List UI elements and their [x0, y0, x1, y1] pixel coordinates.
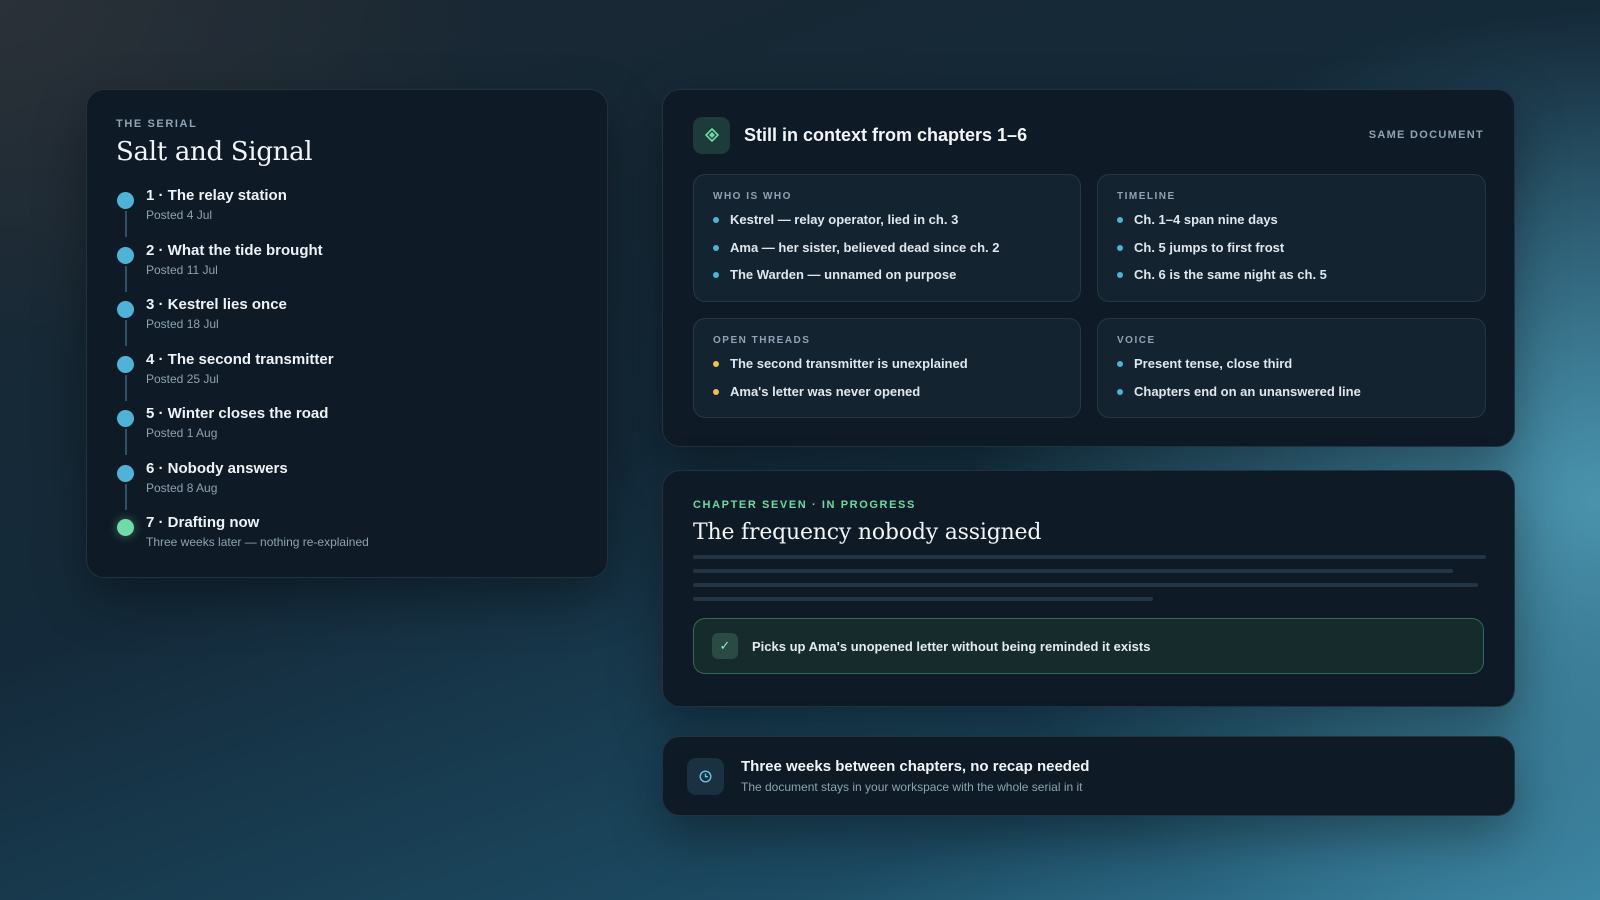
- panel-label: VOICE: [1117, 335, 1156, 346]
- skeleton-line: [693, 555, 1486, 559]
- chapter-seven-title: The frequency nobody assigned: [693, 520, 1042, 545]
- list-item: Ama — her sister, believed dead since ch…: [713, 240, 1061, 268]
- banner-subtitle: The document stays in your workspace wit…: [741, 780, 1083, 794]
- banner-title: Three weeks between chapters, no recap n…: [741, 758, 1090, 775]
- chapter-item-5[interactable]: 5 · Winter closes the road Posted 1 Aug: [116, 405, 579, 460]
- chapter-name: 2 · What the tide brought: [146, 241, 323, 259]
- panel-label: OPEN THREADS: [713, 335, 811, 346]
- chapter-item-2[interactable]: 2 · What the tide brought Posted 11 Jul: [116, 242, 579, 297]
- chapter-list: 1 · The relay station Posted 4 Jul 2 · W…: [116, 187, 579, 569]
- chapter-dot: [117, 301, 134, 318]
- list-item: Ama's letter was never opened: [713, 384, 1061, 412]
- voice-panel: VOICE Present tense, close third Chapter…: [1097, 318, 1486, 418]
- chapter-date: Posted 8 Aug: [146, 480, 218, 495]
- who-is-who-panel: WHO IS WHO Kestrel — relay operator, lie…: [693, 174, 1081, 302]
- chapter-date: Posted 18 Jul: [146, 317, 219, 331]
- same-document-badge: SAME DOCUMENT: [1368, 129, 1484, 141]
- clock-icon: [687, 757, 724, 795]
- chapter-dot: [117, 355, 134, 373]
- chapter-item-6[interactable]: 6 · Nobody answers Posted 8 Aug: [116, 460, 579, 515]
- timeline-panel: TIMELINE Ch. 1–4 span nine days Ch. 5 ju…: [1097, 174, 1486, 302]
- serial-card: THE SERIAL Salt and Signal 1 · The relay…: [86, 89, 608, 578]
- chapter-name: 5 · Winter closes the road: [146, 405, 329, 422]
- chapter-dot: [117, 192, 134, 209]
- chapter-name: 3 · Kestrel lies once: [146, 296, 287, 313]
- serial-eyebrow: THE SERIAL: [116, 118, 198, 130]
- skeleton-line: [693, 597, 1153, 601]
- chapter-date: Posted 25 Jul: [146, 371, 219, 386]
- chapter-dot: [117, 246, 134, 264]
- chapter-date: Posted 1 Aug: [146, 426, 218, 440]
- timeline-connector: [125, 320, 127, 346]
- chapter-name: 4 · The second transmitter: [146, 350, 334, 368]
- list-item: Ch. 6 is the same night as ch. 5: [1117, 267, 1466, 295]
- timeline-connector: [125, 265, 127, 292]
- chapter-item-7[interactable]: 7 · Drafting now Three weeks later — not…: [116, 514, 579, 569]
- context-card: Still in context from chapters 1–6 SAME …: [662, 89, 1515, 447]
- timeline-connector: [125, 211, 127, 237]
- check-icon: ✓: [712, 633, 738, 659]
- chapter-dot: [117, 410, 134, 427]
- chapter-date: Posted 11 Jul: [146, 262, 218, 277]
- list-item: Kestrel — relay operator, lied in ch. 3: [713, 212, 1061, 240]
- continuity-note: ✓ Picks up Ama's unopened letter without…: [693, 618, 1484, 674]
- context-grid: WHO IS WHO Kestrel — relay operator, lie…: [693, 174, 1486, 418]
- timeline-connector: [125, 483, 127, 510]
- list-item: Ch. 1–4 span nine days: [1117, 212, 1466, 240]
- chapter-name: 7 · Drafting now: [146, 514, 260, 531]
- serial-title: Salt and Signal: [116, 137, 313, 167]
- timeline-connector: [125, 429, 127, 455]
- chapter-seven-eyebrow: CHAPTER SEVEN · IN PROGRESS: [693, 499, 916, 511]
- list-item: Ch. 5 jumps to first frost: [1117, 240, 1466, 268]
- diamond-icon: [693, 116, 730, 154]
- chapter-seven-card: CHAPTER SEVEN · IN PROGRESS The frequenc…: [662, 470, 1515, 707]
- chapter-item-1[interactable]: 1 · The relay station Posted 4 Jul: [116, 187, 579, 242]
- list-item: Present tense, close third: [1117, 356, 1466, 384]
- timeline-connector: [125, 374, 127, 401]
- chapter-date: Posted 4 Jul: [146, 208, 213, 222]
- chapter-name: 6 · Nobody answers: [146, 459, 288, 477]
- chapter-dot-active: [117, 519, 134, 536]
- list-item: The second transmitter is unexplained: [713, 356, 1061, 384]
- chapter-name: 1 · The relay station: [146, 187, 287, 204]
- chapter-item-4[interactable]: 4 · The second transmitter Posted 25 Jul: [116, 351, 579, 406]
- context-header: Still in context from chapters 1–6 SAME …: [693, 116, 1484, 154]
- chapter-date: Three weeks later — nothing re-explained: [146, 535, 369, 549]
- draft-text-placeholder: [693, 555, 1486, 601]
- skeleton-line: [693, 569, 1453, 573]
- panel-label: WHO IS WHO: [713, 191, 792, 202]
- skeleton-line: [693, 583, 1478, 587]
- list-item: The Warden — unnamed on purpose: [713, 267, 1061, 295]
- context-title: Still in context from chapters 1–6: [744, 124, 1028, 145]
- chapter-item-3[interactable]: 3 · Kestrel lies once Posted 18 Jul: [116, 296, 579, 351]
- panel-label: TIMELINE: [1117, 191, 1176, 202]
- continuity-note-text: Picks up Ama's unopened letter without b…: [752, 638, 1151, 654]
- chapter-dot: [117, 464, 134, 482]
- list-item: Chapters end on an unanswered line: [1117, 384, 1466, 412]
- recap-banner: Three weeks between chapters, no recap n…: [662, 736, 1515, 816]
- open-threads-panel: OPEN THREADS The second transmitter is u…: [693, 318, 1081, 418]
